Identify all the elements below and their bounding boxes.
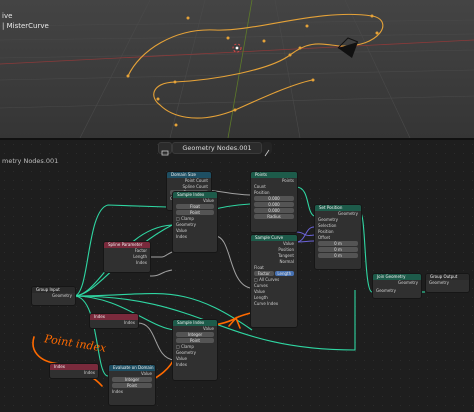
camera-icon[interactable]: [337, 37, 359, 58]
node-editor[interactable]: Geometry Nodes.001 metry Nodes.001 Domai…: [0, 140, 474, 412]
offset-x-field[interactable]: 0 m: [318, 241, 358, 246]
x-axis-line: [0, 39, 474, 65]
domain-dropdown[interactable]: Point: [176, 210, 214, 215]
position-x-field[interactable]: 0.000: [254, 196, 294, 201]
viewport-scene: [0, 0, 474, 138]
mode-tabs: Factor Length: [254, 271, 294, 276]
index-node-bottom[interactable]: Index Index: [49, 363, 99, 379]
tab-factor[interactable]: Factor: [254, 271, 274, 276]
sample-index-node-bottom[interactable]: Sample Index Value Integer Point □ Clamp…: [172, 319, 218, 381]
bezier-curve[interactable]: [127, 13, 384, 119]
clamp-label: Clamp: [181, 216, 194, 221]
output-geometry[interactable]: Geometry: [373, 280, 421, 286]
radius-field[interactable]: Radius: [254, 214, 294, 219]
input-geometry[interactable]: Geometry: [426, 280, 469, 286]
offset-z-field[interactable]: 0 m: [318, 253, 358, 258]
3d-cursor-icon: [232, 43, 242, 53]
offset-y-field[interactable]: 0 m: [318, 247, 358, 252]
output-geometry[interactable]: Geometry: [32, 293, 75, 299]
all-curves-label: All Curves: [259, 277, 280, 282]
points-node[interactable]: Points Points Count Position 0.000 0.000…: [250, 171, 298, 233]
sample-curve-node[interactable]: Sample Curve Value Position Tangent Norm…: [250, 234, 298, 328]
output-index[interactable]: Index: [104, 260, 150, 266]
output-index[interactable]: Index: [50, 370, 98, 376]
3d-viewport[interactable]: ive | MisterCurve: [0, 0, 474, 138]
y-axis-line: [227, 0, 253, 138]
input-index[interactable]: Index: [173, 234, 217, 240]
group-output-node[interactable]: Group Output Geometry: [425, 273, 470, 293]
output-index[interactable]: Index: [90, 320, 138, 326]
data-type-dropdown[interactable]: Integer: [112, 377, 152, 382]
input-index[interactable]: Index: [173, 362, 217, 368]
evaluate-on-domain-node[interactable]: Evaluate on Domain Value Integer Point I…: [108, 364, 156, 406]
data-type-dropdown[interactable]: Integer: [176, 332, 214, 337]
domain-dropdown[interactable]: Point: [112, 383, 152, 388]
domain-dropdown[interactable]: Point: [176, 338, 214, 343]
spline-parameter-node[interactable]: Spline Parameter Factor Length Index: [103, 241, 151, 273]
floor-grid: [0, 0, 474, 138]
vector-links: [295, 226, 315, 243]
join-geometry-node[interactable]: Join Geometry Geometry Geometry: [372, 273, 422, 299]
data-type-dropdown[interactable]: Float: [176, 204, 214, 209]
group-input-node[interactable]: Group Input Geometry: [31, 286, 76, 306]
viewport-mode-label: ive: [2, 12, 13, 20]
input-index[interactable]: Index: [109, 389, 155, 395]
input-geometry[interactable]: Geometry: [373, 288, 421, 294]
input-curve-index[interactable]: Curve Index: [251, 301, 297, 307]
set-position-node[interactable]: Set Position Geometry Geometry Selection…: [314, 204, 362, 270]
viewport-object-label: | MisterCurve: [2, 22, 49, 30]
tab-length[interactable]: Length: [274, 271, 294, 276]
clamp-label: Clamp: [181, 344, 194, 349]
position-y-field[interactable]: 0.000: [254, 202, 294, 207]
index-node-mid[interactable]: Index Index: [89, 313, 139, 329]
position-z-field[interactable]: 0.000: [254, 208, 294, 213]
sample-index-node-top[interactable]: Sample Index Value Float Point □ Clamp G…: [172, 191, 218, 253]
